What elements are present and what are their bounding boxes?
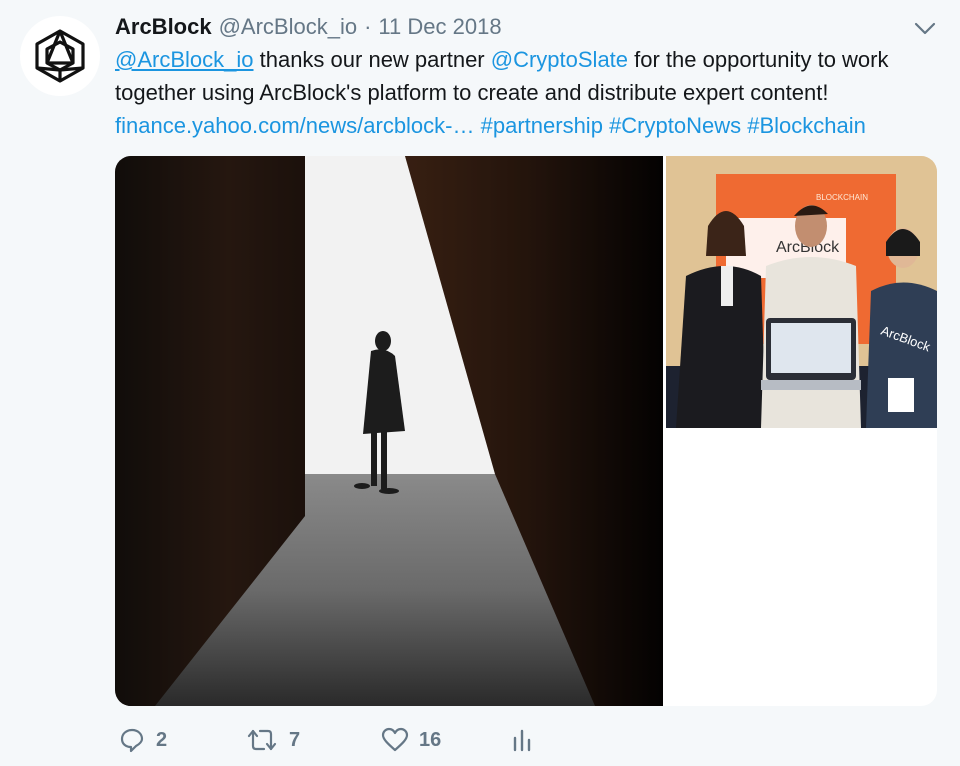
mention-link[interactable]: @ArcBlock_io (115, 47, 254, 72)
avatar[interactable] (20, 16, 100, 96)
user-handle[interactable]: @ArcBlock_io (219, 14, 358, 40)
photo-booth[interactable]: ArcBlock BLOCKCHAIN ArcBlock (666, 156, 937, 428)
analytics-button[interactable] (510, 722, 534, 758)
retweet-button[interactable]: 7 (245, 722, 300, 758)
tweet[interactable]: ArcBlock @ArcBlock_io · 11 Dec 2018 @Arc… (0, 0, 960, 766)
hashtag-link[interactable]: #CryptoNews (609, 113, 741, 138)
arcblock-logo-icon (35, 29, 85, 83)
text-segment: thanks our new partner (253, 47, 491, 72)
separator-dot: · (364, 14, 372, 39)
reply-count: 2 (156, 728, 168, 751)
tweet-text: @ArcBlock_io thanks our new partner @Cry… (115, 43, 935, 142)
analytics-icon (513, 729, 531, 752)
like-icon (381, 727, 409, 752)
like-button[interactable]: 16 (381, 722, 441, 758)
tweet-date[interactable]: 11 Dec 2018 (378, 14, 501, 40)
url-link[interactable]: finance.yahoo.com/news/arcblock-… (115, 113, 475, 138)
text-segment: for the opportunity to work (628, 47, 889, 72)
tweet-header: ArcBlock @ArcBlock_io · 11 Dec 2018 (115, 12, 502, 42)
reply-button[interactable]: 2 (118, 722, 167, 758)
hashtag-link[interactable]: #partnership (481, 113, 603, 138)
more-options-button[interactable] (913, 20, 937, 38)
like-count: 16 (419, 728, 442, 751)
photo-corridor[interactable] (115, 156, 663, 706)
media-grid: ArcBlock BLOCKCHAIN ArcBlock (115, 156, 937, 706)
mention-link[interactable]: @CryptoSlate (491, 47, 628, 72)
reply-icon (120, 728, 144, 753)
chevron-down-icon (914, 22, 936, 35)
retweet-count: 7 (289, 728, 301, 751)
blockchain-sign-text: BLOCKCHAIN (816, 193, 868, 202)
text-segment: together using ArcBlock's platform to cr… (115, 80, 829, 105)
retweet-icon (247, 729, 277, 751)
display-name[interactable]: ArcBlock (115, 14, 212, 40)
hashtag-link[interactable]: #Blockchain (747, 113, 866, 138)
